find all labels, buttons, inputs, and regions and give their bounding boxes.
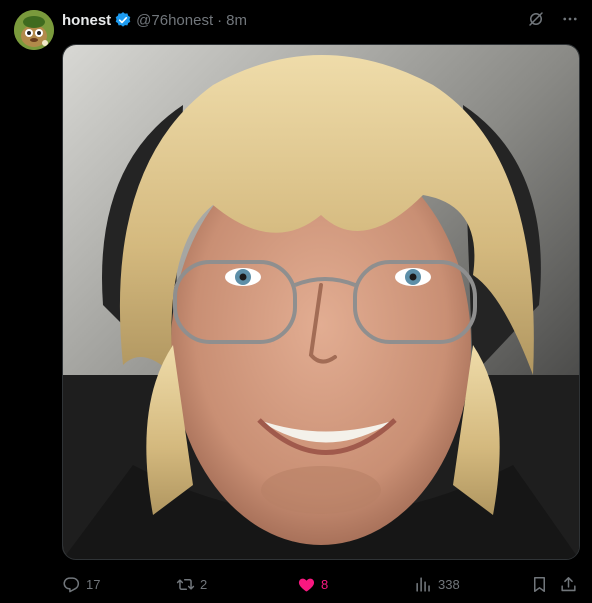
reply-count: 17 bbox=[86, 576, 101, 592]
view-count: 338 bbox=[438, 576, 460, 592]
like-button[interactable]: 8 bbox=[297, 572, 328, 596]
post-header: honest @76honest · 8m bbox=[62, 10, 247, 30]
share-icon bbox=[561, 576, 576, 591]
post-photo[interactable] bbox=[62, 44, 580, 560]
views-button[interactable]: 338 bbox=[414, 572, 460, 596]
separator-dot: · bbox=[217, 11, 223, 29]
avatar-image bbox=[14, 10, 54, 50]
author-handle[interactable]: @76honest bbox=[136, 12, 213, 29]
heart-filled-icon bbox=[298, 578, 315, 592]
views-chart-icon bbox=[416, 576, 430, 592]
repost-count: 2 bbox=[200, 576, 208, 592]
repost-button[interactable]: 2 bbox=[176, 572, 207, 596]
verified-badge-icon bbox=[114, 11, 132, 29]
like-count: 8 bbox=[321, 576, 329, 592]
bookmark-icon bbox=[533, 576, 546, 592]
author-display-name[interactable]: honest bbox=[62, 12, 111, 29]
post-time[interactable]: 8m bbox=[226, 12, 247, 29]
post-top-actions bbox=[526, 9, 580, 29]
reply-icon bbox=[63, 576, 80, 592]
bookmark-button[interactable] bbox=[530, 572, 549, 596]
avatar[interactable] bbox=[14, 10, 54, 50]
post-actions: 17 2 8 338 bbox=[62, 572, 580, 596]
more-icon[interactable] bbox=[560, 9, 580, 29]
reply-button[interactable]: 17 bbox=[62, 572, 100, 596]
portrait-photo bbox=[63, 45, 579, 559]
share-button[interactable] bbox=[559, 572, 578, 596]
repost-icon bbox=[176, 578, 195, 590]
grok-icon[interactable] bbox=[526, 9, 546, 29]
